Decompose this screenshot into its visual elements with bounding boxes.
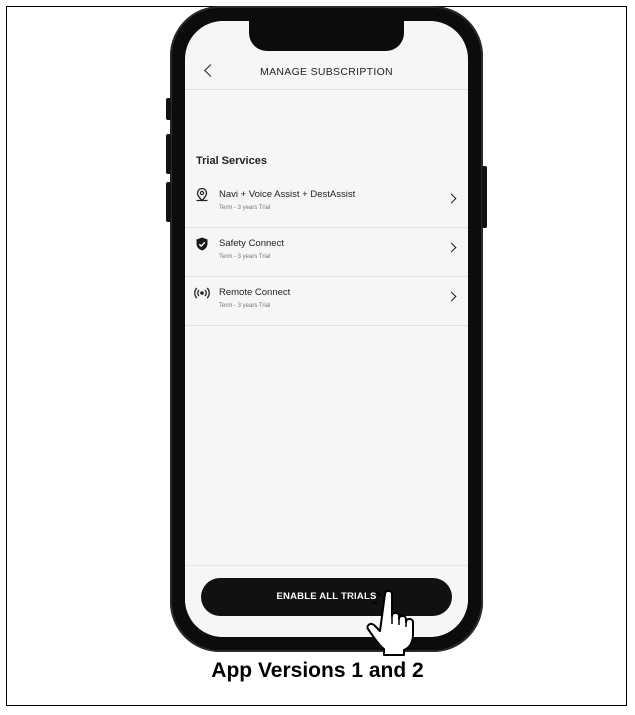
- page-title: MANAGE SUBSCRIPTION: [260, 66, 393, 78]
- volume-up-button: [166, 134, 171, 174]
- chevron-right-icon: [446, 242, 457, 253]
- chevron-right-icon: [446, 291, 457, 302]
- notch: [249, 21, 404, 51]
- broadcast-icon: [194, 287, 210, 299]
- service-row-safety[interactable]: Safety Connect Term - 3 years Trial: [185, 228, 468, 277]
- section-title: Trial Services: [196, 155, 267, 167]
- tap-hand-icon: [366, 590, 414, 656]
- service-name: Safety Connect: [219, 238, 284, 249]
- figure-caption: App Versions 1 and 2: [211, 659, 424, 682]
- app-screen: MANAGE SUBSCRIPTION Trial Services Navi …: [185, 21, 468, 637]
- side-button: [482, 166, 487, 228]
- service-term: Term - 3 years Trial: [219, 205, 271, 211]
- phone-device: MANAGE SUBSCRIPTION Trial Services Navi …: [166, 6, 487, 652]
- service-name: Navi + Voice Assist + DestAssist: [219, 189, 356, 200]
- shield-check-icon: [196, 237, 208, 251]
- location-pin-icon: [196, 187, 208, 202]
- mute-switch: [166, 98, 171, 120]
- service-term: Term - 3 years Trial: [219, 254, 271, 260]
- service-row-remote[interactable]: Remote Connect Term - 3 years Trial: [185, 277, 468, 326]
- volume-down-button: [166, 182, 171, 222]
- app-header: MANAGE SUBSCRIPTION: [185, 57, 468, 90]
- service-name: Remote Connect: [219, 287, 291, 298]
- service-term: Term - 3 years Trial: [219, 303, 271, 309]
- chevron-right-icon: [446, 193, 457, 204]
- service-row-navi[interactable]: Navi + Voice Assist + DestAssist Term - …: [185, 179, 468, 228]
